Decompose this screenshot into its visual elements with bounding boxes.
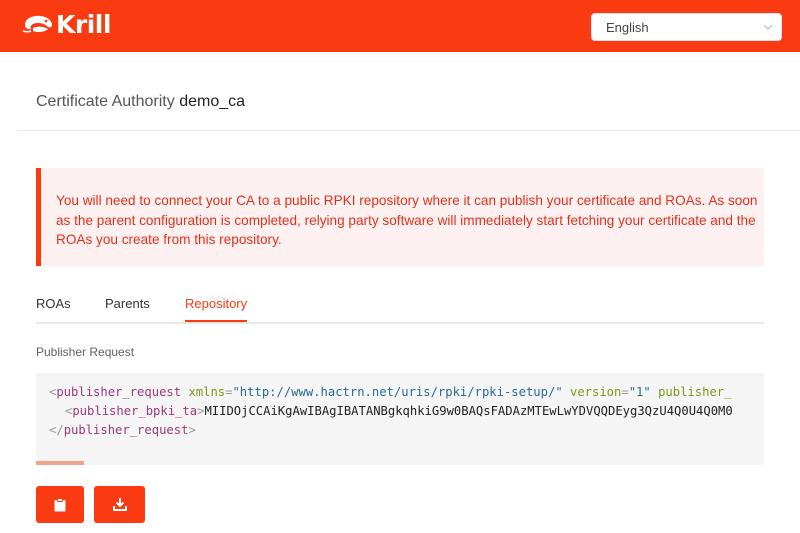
language-value: English	[606, 20, 649, 35]
download-icon	[112, 498, 127, 511]
tab-bar: ROAs Parents Repository	[36, 296, 764, 324]
shrimp-icon	[22, 15, 52, 33]
code-line-2: <publisher_bpki_ta>MIIDOjCCAiKgAwIBAgIBA…	[65, 404, 733, 418]
code-line-1: <publisher_request xmlns="http://www.hac…	[49, 385, 732, 399]
tab-roas[interactable]: ROAs	[36, 296, 71, 311]
header-divider	[18, 130, 800, 131]
clipboard-icon	[54, 497, 66, 511]
horizontal-scrollbar[interactable]	[36, 461, 84, 465]
page-title-prefix: Certificate Authority	[36, 93, 175, 110]
download-button[interactable]	[94, 486, 145, 523]
top-bar: Krill English	[0, 0, 800, 52]
code-line-3: </publisher_request>	[49, 423, 196, 437]
copy-button[interactable]	[36, 486, 84, 523]
publisher-request-label: Publisher Request	[36, 345, 135, 359]
publisher-request-code[interactable]: <publisher_request xmlns="http://www.hac…	[36, 373, 764, 465]
active-tab-indicator	[185, 320, 247, 322]
alert-message: You will need to connect your CA to a pu…	[56, 193, 758, 247]
info-alert: You will need to connect your CA to a pu…	[36, 168, 764, 266]
chevron-down-icon	[763, 24, 773, 30]
language-select[interactable]: English	[591, 13, 782, 41]
ca-name: demo_ca	[179, 93, 246, 110]
tab-repository[interactable]: Repository	[185, 296, 247, 311]
tab-parents[interactable]: Parents	[105, 296, 150, 311]
brand-name: Krill	[56, 10, 111, 39]
krill-logo[interactable]: Krill	[22, 12, 111, 38]
page-title: Certificate Authority demo_ca	[36, 93, 245, 111]
